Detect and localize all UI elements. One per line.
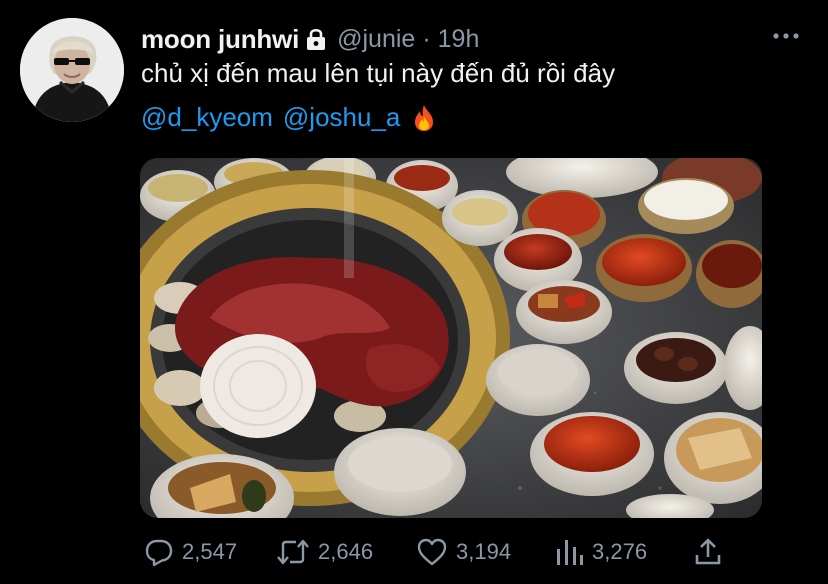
retweet-button[interactable]: 2,646	[276, 534, 373, 570]
reply-icon	[144, 537, 174, 567]
tweet-header: moon junhwi @junie · 19h	[141, 22, 479, 56]
handle[interactable]: @junie	[337, 25, 415, 54]
share-icon	[694, 537, 722, 567]
tweet-photo[interactable]	[140, 158, 762, 518]
mention-link[interactable]: @d_kyeom	[141, 102, 273, 133]
lock-icon	[305, 27, 327, 51]
analytics-icon	[554, 537, 584, 567]
share-button[interactable]	[694, 534, 722, 570]
retweet-icon	[276, 537, 310, 567]
mentions-line: @d_kyeom @joshu_a	[141, 102, 436, 133]
more-icon[interactable]	[770, 26, 802, 46]
separator-dot: ·	[422, 24, 431, 53]
tweet-text: chủ xị đến mau lên tụi này đến đủ rồi đâ…	[141, 58, 616, 88]
timestamp[interactable]: 19h	[438, 25, 480, 54]
reply-button[interactable]: 2,547	[144, 534, 237, 570]
heart-icon	[416, 537, 448, 567]
like-button[interactable]: 3,194	[416, 534, 511, 570]
fire-icon	[412, 104, 436, 132]
views-button[interactable]: 3,276	[554, 534, 647, 570]
like-count: 3,194	[456, 539, 512, 564]
display-name[interactable]: moon junhwi	[141, 24, 299, 55]
action-bar: 2,547 2,646 3,194 3,276	[140, 534, 740, 570]
reply-count: 2,547	[182, 539, 238, 564]
retweet-count: 2,646	[318, 539, 374, 564]
mention-link[interactable]: @joshu_a	[283, 102, 400, 133]
view-count: 3,276	[592, 539, 648, 564]
tweet: moon junhwi @junie · 19h chủ xị đến mau …	[0, 0, 828, 584]
avatar[interactable]	[20, 18, 124, 122]
